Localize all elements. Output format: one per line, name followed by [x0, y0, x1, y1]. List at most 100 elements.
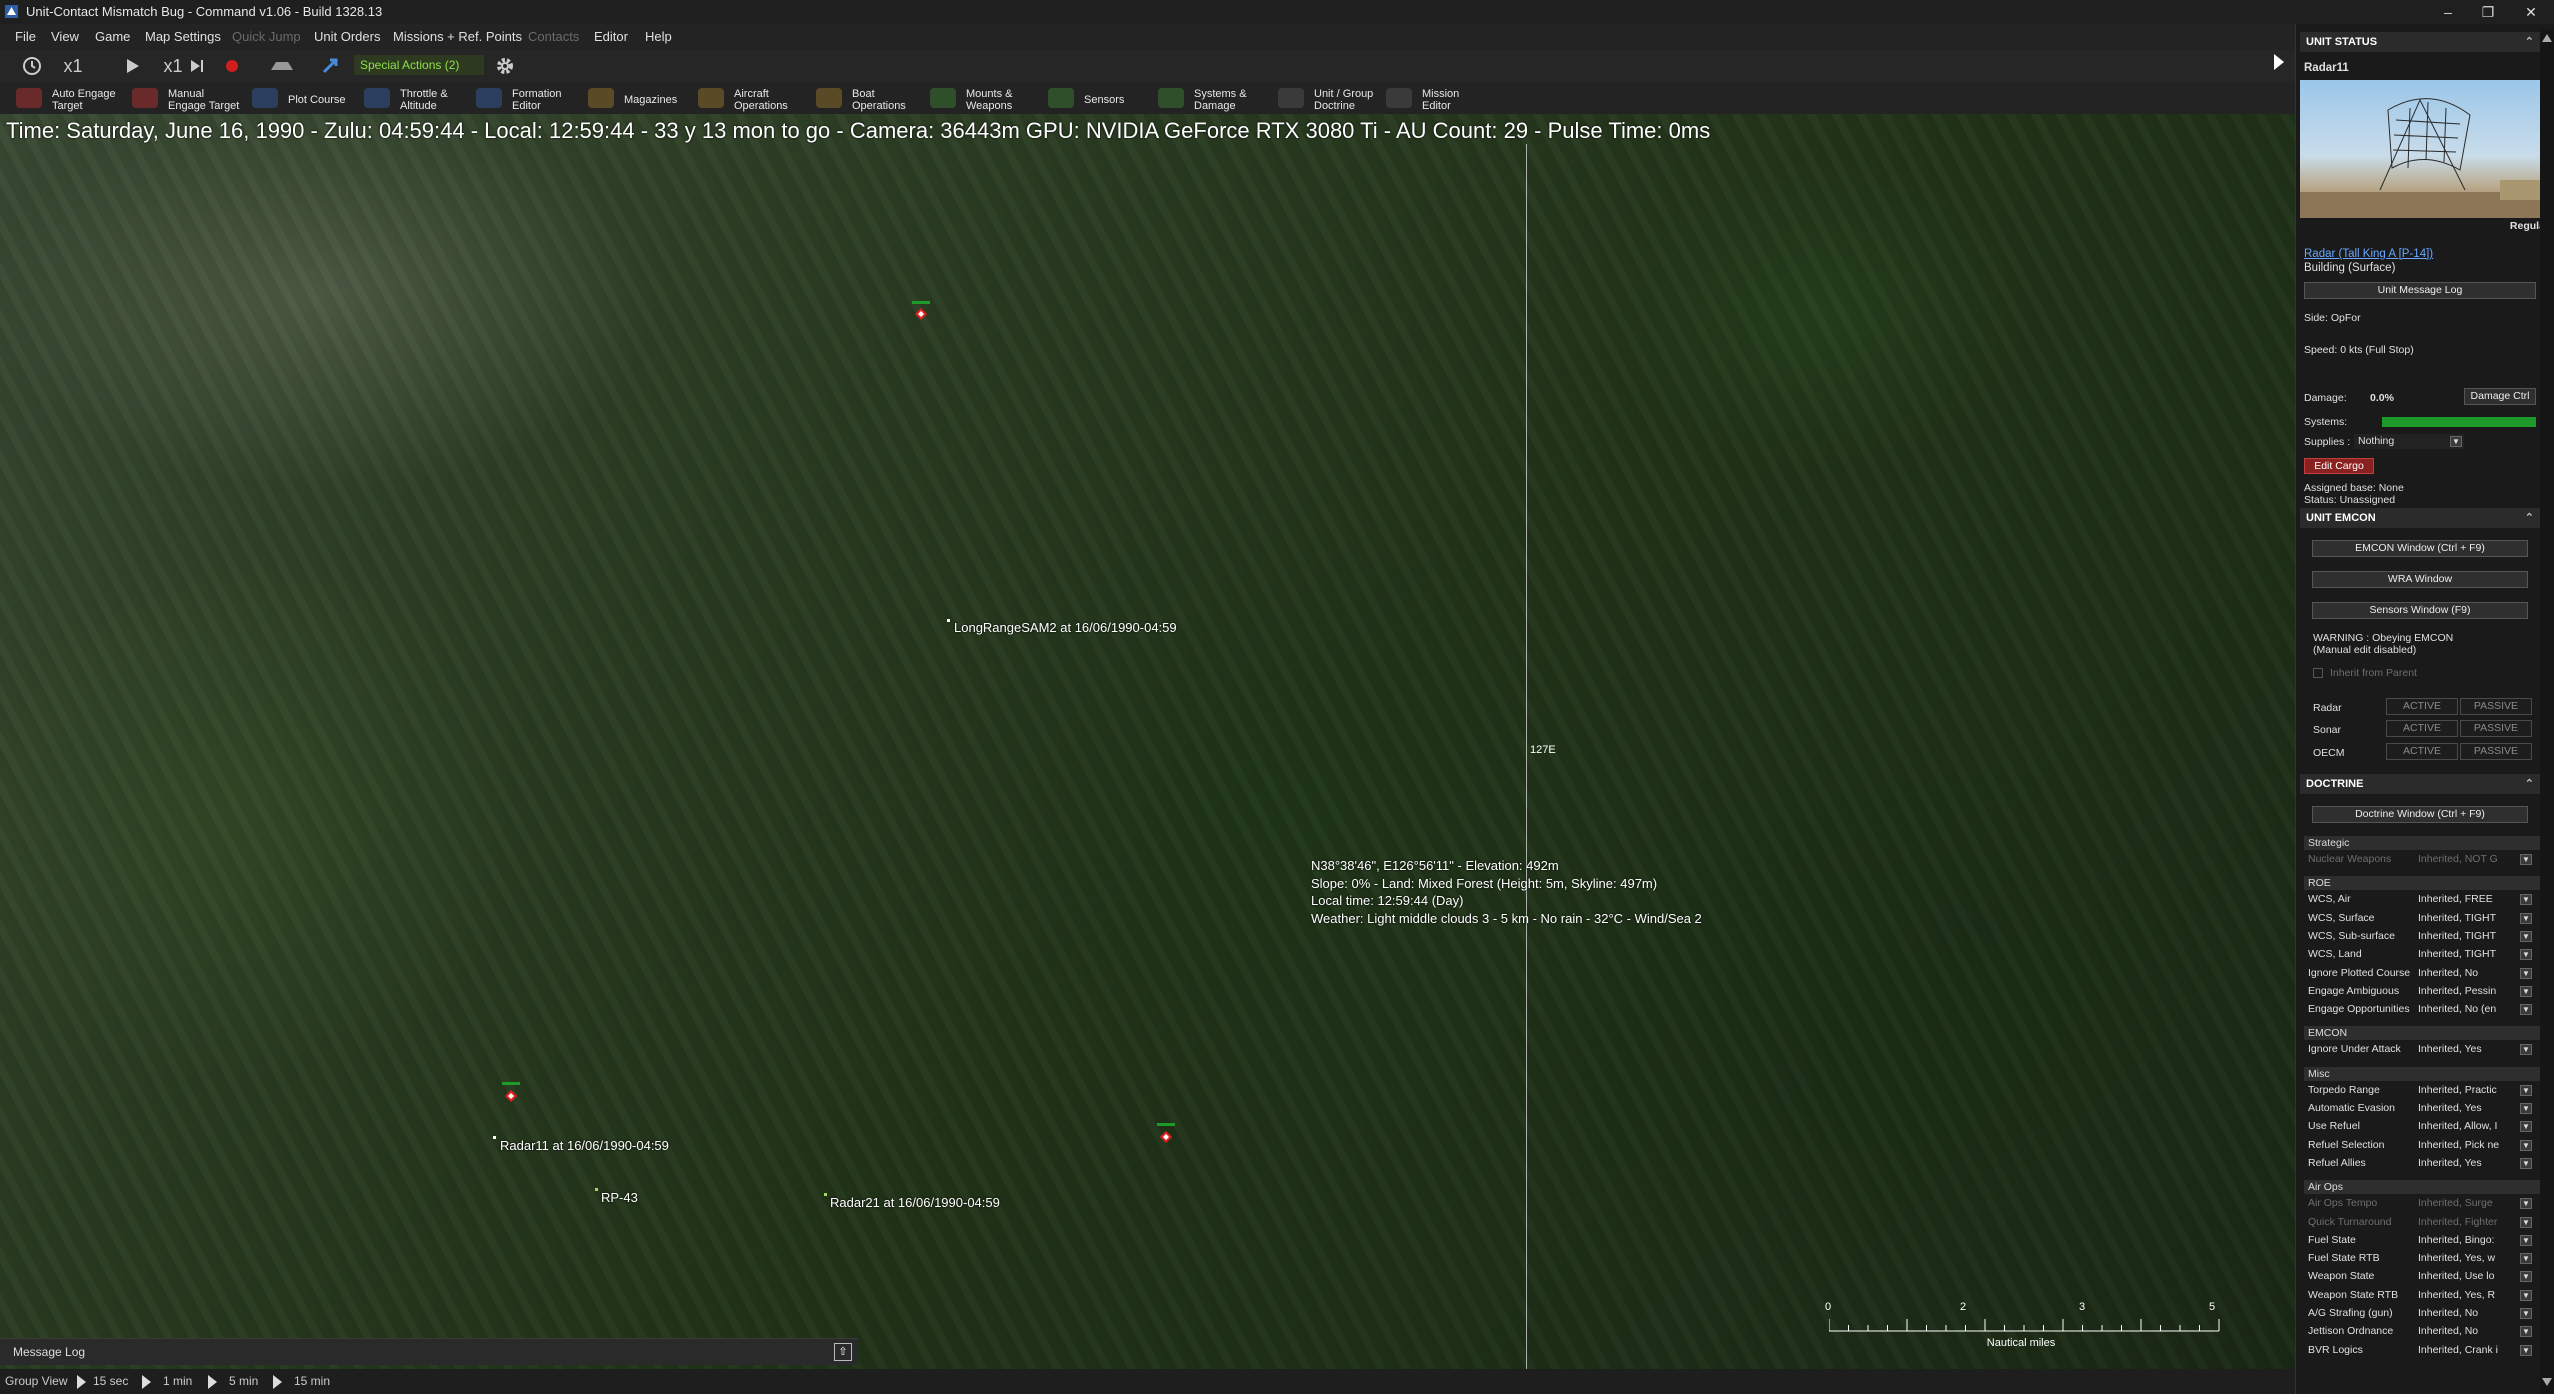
chevron-down-icon[interactable]: ▼ — [2520, 985, 2532, 997]
chevron-down-icon[interactable]: ▼ — [2520, 1103, 2532, 1114]
radar-passive-button[interactable]: PASSIVE — [2460, 698, 2532, 715]
doctrine-setting-value[interactable]: Inherited, TIGHT — [2418, 911, 2518, 926]
menu-map-settings[interactable]: Map Settings — [145, 24, 221, 50]
doctrine-row[interactable]: Fuel State Inherited, Bingo: ▼ — [2304, 1233, 2540, 1248]
unit-emcon-header[interactable]: UNIT EMCON ⌃ — [2300, 508, 2540, 528]
doctrine-row[interactable]: Torpedo Range Inherited, Practic ▼ — [2304, 1083, 2540, 1098]
inherit-checkbox[interactable] — [2313, 668, 2323, 678]
edit-cargo-button[interactable]: Edit Cargo — [2304, 458, 2374, 474]
doctrine-row[interactable]: Ignore Plotted Course Inherited, No ▼ — [2304, 966, 2540, 981]
chevron-down-icon[interactable]: ▼ — [2520, 930, 2532, 942]
menu-missions[interactable]: Missions + Ref. Points — [393, 24, 522, 50]
chevron-down-icon[interactable]: ▼ — [2520, 967, 2532, 979]
step-15-min[interactable]: 15 min — [294, 1369, 330, 1394]
doctrine-setting-value[interactable]: Inherited, No — [2418, 1306, 2518, 1321]
restore-button[interactable]: ❐ — [2465, 0, 2511, 24]
doctrine-row[interactable]: Engage Ambiguous Inherited, Pessin ▼ — [2304, 984, 2540, 999]
chevron-down-icon[interactable]: ▼ — [2520, 949, 2532, 961]
doctrine-setting-value[interactable]: Inherited, Surge — [2418, 1196, 2518, 1211]
doctrine-row[interactable]: Engage Opportunities Inherited, No (en ▼ — [2304, 1002, 2540, 1017]
doctrine-setting-value[interactable]: Inherited, Yes, R — [2418, 1288, 2518, 1303]
doctrine-row[interactable]: Refuel Selection Inherited, Pick ne ▼ — [2304, 1138, 2540, 1153]
doctrine-row[interactable]: Refuel Allies Inherited, Yes ▼ — [2304, 1156, 2540, 1171]
chevron-down-icon[interactable]: ▼ — [2520, 1253, 2532, 1265]
chevron-down-icon[interactable]: ▼ — [2520, 1234, 2532, 1246]
toolbar-button-manual[interactable]: Manual Engage Target — [124, 84, 240, 112]
doctrine-setting-value[interactable]: Inherited, Pessin — [2418, 984, 2518, 999]
menu-unit-orders[interactable]: Unit Orders — [314, 24, 380, 50]
hostile-unit-marker-icon[interactable] — [504, 1089, 518, 1103]
toolbar-button-mounts[interactable]: Mounts & Weapons — [922, 84, 1036, 112]
radar-active-button[interactable]: ACTIVE — [2386, 698, 2458, 715]
doctrine-row[interactable]: WCS, Air Inherited, FREE ▼ — [2304, 892, 2540, 907]
panel-toggle-arrow-icon[interactable] — [2270, 50, 2288, 74]
doctrine-setting-value[interactable]: Inherited, No — [2418, 1324, 2518, 1339]
special-actions-button[interactable]: Special Actions (2) — [354, 55, 484, 75]
chevron-down-icon[interactable]: ▼ — [2520, 1121, 2532, 1133]
toolbar-button-mission[interactable]: Mission Editor — [1378, 84, 1472, 112]
doctrine-row[interactable]: Jettison Ordnance Inherited, No ▼ — [2304, 1324, 2540, 1339]
step-5-min[interactable]: 5 min — [229, 1369, 258, 1394]
toolbar-button-magazines[interactable]: Magazines — [580, 84, 686, 112]
scroll-up-icon[interactable] — [2542, 34, 2552, 42]
unit-position-dot[interactable] — [493, 1136, 496, 1139]
doctrine-window-button[interactable]: Doctrine Window (Ctrl + F9) — [2312, 806, 2528, 823]
unit-position-dot[interactable] — [947, 619, 950, 622]
collapse-icon[interactable]: ⌃ — [2525, 508, 2534, 528]
unit-type-link[interactable]: Radar (Tall King A [P-14]) — [2304, 248, 2433, 260]
doctrine-row[interactable]: WCS, Land Inherited, TIGHT ▼ — [2304, 947, 2540, 962]
chevron-down-icon[interactable]: ▼ — [2520, 1004, 2532, 1016]
toolbar-button-auto-engage[interactable]: Auto Engage Target — [8, 84, 120, 112]
menu-editor[interactable]: Editor — [594, 24, 628, 50]
chevron-down-icon[interactable]: ▼ — [2520, 1044, 2532, 1056]
toolbar-button-aircraft[interactable]: Aircraft Operations — [690, 84, 804, 112]
chevron-down-icon[interactable]: ▼ — [2520, 1308, 2532, 1319]
toolbar-button-sensors[interactable]: Sensors — [1040, 84, 1146, 112]
doctrine-setting-value[interactable]: Inherited, Bingo: — [2418, 1233, 2518, 1248]
menu-file[interactable]: File — [15, 24, 36, 50]
doctrine-setting-value[interactable]: Inherited, Use lo — [2418, 1269, 2518, 1284]
supplies-dropdown[interactable]: Nothing ▼ — [2354, 434, 2464, 449]
doctrine-row[interactable]: Fuel State RTB Inherited, Yes, w ▼ — [2304, 1251, 2540, 1266]
doctrine-setting-value[interactable]: Inherited, No — [2418, 966, 2518, 981]
waypoint-icon[interactable] — [318, 54, 342, 78]
play-step-icon[interactable] — [77, 1375, 86, 1389]
doctrine-setting-value[interactable]: Inherited, Allow, I — [2418, 1119, 2518, 1134]
doctrine-row[interactable]: Quick Turnaround Inherited, Fighter ▼ — [2304, 1215, 2540, 1230]
doctrine-row[interactable]: Automatic Evasion Inherited, Yes ▼ — [2304, 1101, 2540, 1116]
toolbar-button-systems[interactable]: Systems & Damage — [1150, 84, 1266, 112]
menu-game[interactable]: Game — [95, 24, 130, 50]
doctrine-setting-value[interactable]: Inherited, Yes, w — [2418, 1251, 2518, 1266]
sonar-active-button[interactable]: ACTIVE — [2386, 720, 2458, 737]
chevron-down-icon[interactable]: ▼ — [2520, 1216, 2532, 1228]
menu-quick-jump[interactable]: Quick Jump — [232, 24, 301, 50]
chevron-down-icon[interactable]: ▼ — [2520, 1344, 2532, 1356]
expand-log-icon[interactable]: ⇧ — [834, 1343, 852, 1361]
play-step-icon[interactable] — [142, 1375, 151, 1389]
close-button[interactable]: ✕ — [2508, 0, 2554, 24]
doctrine-setting-value[interactable]: Inherited, Yes — [2418, 1042, 2518, 1057]
doctrine-row[interactable]: BVR Logics Inherited, Crank i ▼ — [2304, 1343, 2540, 1358]
reference-point-dot[interactable] — [595, 1188, 598, 1191]
doctrine-setting-value[interactable]: Inherited, TIGHT — [2418, 929, 2518, 944]
toolbar-button-boat[interactable]: Boat Operations — [808, 84, 918, 112]
hostile-unit-marker-icon[interactable] — [914, 307, 928, 321]
record-icon[interactable] — [220, 54, 244, 78]
doctrine-setting-value[interactable]: Inherited, FREE — [2418, 892, 2518, 907]
step-15-sec[interactable]: 15 sec — [93, 1369, 128, 1394]
doctrine-setting-value[interactable]: Inherited, NOT G — [2418, 852, 2518, 867]
chevron-down-icon[interactable]: ▼ — [2520, 1326, 2532, 1338]
chevron-down-icon[interactable]: ▼ — [2520, 1084, 2532, 1096]
menu-help[interactable]: Help — [645, 24, 672, 50]
sensors-window-button[interactable]: Sensors Window (F9) — [2312, 602, 2528, 619]
doctrine-setting-value[interactable]: Inherited, Pick ne — [2418, 1138, 2518, 1153]
play-step-icon[interactable] — [273, 1375, 282, 1389]
toolbar-button-formation[interactable]: Formation Editor — [468, 84, 576, 112]
doctrine-header[interactable]: DOCTRINE ⌃ — [2300, 774, 2540, 794]
chevron-down-icon[interactable]: ▼ — [2520, 1289, 2532, 1301]
oecm-active-button[interactable]: ACTIVE — [2386, 743, 2458, 760]
hostile-unit-marker-icon[interactable] — [1159, 1130, 1173, 1144]
collapse-icon[interactable]: ⌃ — [2525, 32, 2534, 52]
chevron-down-icon[interactable]: ▼ — [2520, 1271, 2532, 1283]
chevron-down-icon[interactable]: ▼ — [2520, 912, 2532, 924]
